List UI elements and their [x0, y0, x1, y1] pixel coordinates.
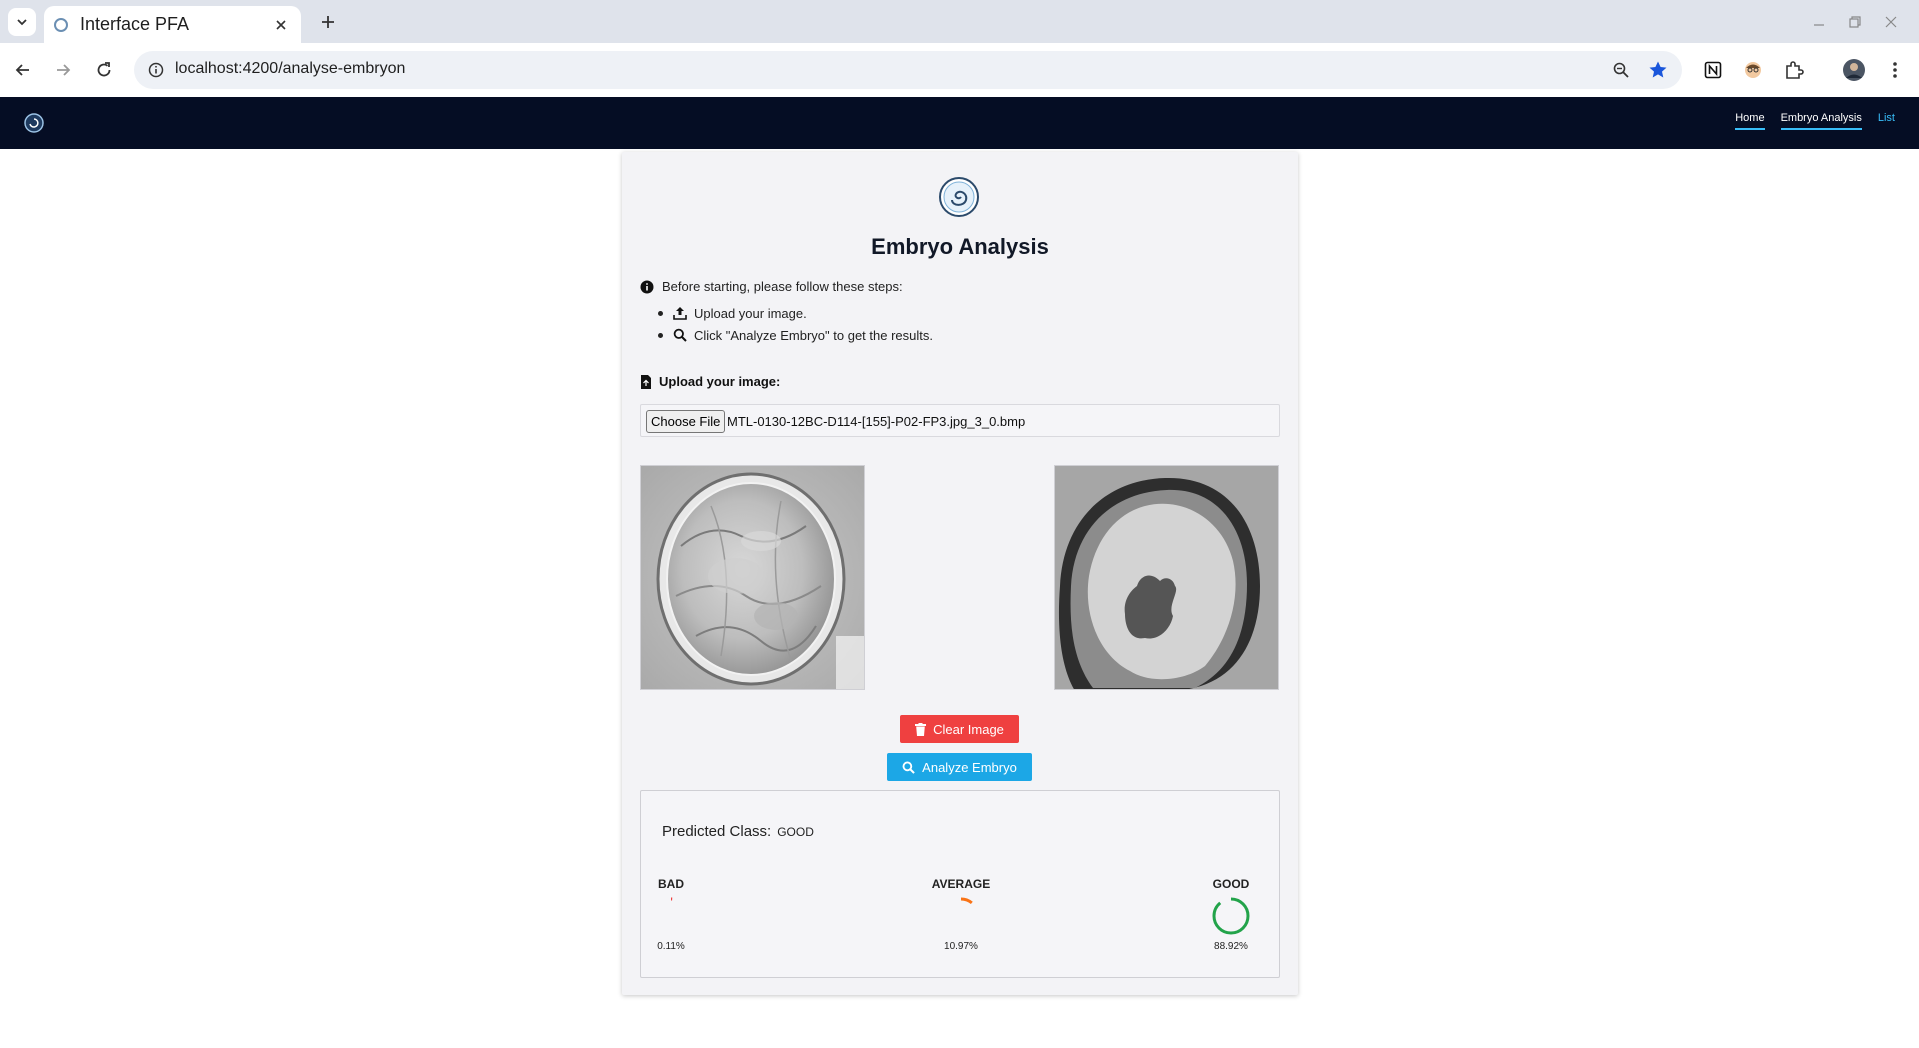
close-icon [1885, 16, 1897, 28]
segmentation-mask [1055, 466, 1278, 689]
intro-label: Before starting, please follow these ste… [662, 279, 903, 294]
tab-search-button[interactable] [8, 8, 36, 36]
predicted-class: Predicted Class: GOOD [662, 823, 814, 840]
upload-label: Upload your image: [640, 374, 780, 389]
analyze-embryo-button[interactable]: Analyze Embryo [887, 753, 1032, 781]
url-text: localhost:4200/analyse-embryon [175, 60, 406, 77]
minimize-button[interactable] [1801, 8, 1837, 36]
window-controls [1801, 8, 1909, 36]
intro-text: Before starting, please follow these ste… [640, 279, 903, 294]
browser-tab-bar: Interface PFA [0, 0, 1919, 43]
file-icon [641, 374, 651, 389]
embryo-logo-icon [939, 177, 979, 217]
browser-toolbar: localhost:4200/analyse-embryon [0, 43, 1919, 97]
gauge-percent: 10.97% [944, 941, 978, 952]
nav-link-list[interactable]: List [1878, 112, 1895, 130]
forward-button[interactable] [48, 55, 78, 85]
gauge-average: AVERAGE 10.97% [921, 877, 1001, 952]
upload-label-text: Upload your image: [659, 374, 781, 389]
restore-button[interactable] [1837, 8, 1873, 36]
address-bar[interactable]: localhost:4200/analyse-embryon [134, 51, 1682, 89]
steps-list: Upload your image. Click "Analyze Embryo… [658, 302, 933, 346]
site-info-icon[interactable] [146, 60, 166, 80]
search-icon [902, 761, 915, 774]
arrow-left-icon [15, 64, 29, 76]
browser-tab[interactable]: Interface PFA [44, 6, 301, 43]
extensions-puzzle-icon[interactable] [1779, 55, 1809, 85]
nav-link-embryo-analysis[interactable]: Embryo Analysis [1780, 112, 1862, 130]
bullet [658, 310, 663, 316]
page-title: Embryo Analysis [871, 234, 1049, 259]
file-input[interactable]: Choose File MTL-0130-12BC-D114-[155]-P02… [640, 404, 1280, 437]
predicted-class-label: Predicted Class: [662, 823, 772, 840]
app-navbar: Home Embryo Analysis List [0, 97, 1919, 149]
clear-image-button[interactable]: Clear Image [900, 715, 1019, 743]
segmentation-image [1054, 465, 1279, 690]
list-item: Click "Analyze Embryo" to get the result… [658, 324, 933, 346]
minimize-icon [1814, 24, 1824, 26]
gauge-label: AVERAGE [931, 877, 991, 891]
app-logo-icon[interactable] [23, 112, 45, 134]
reload-button[interactable] [89, 55, 119, 85]
gauge-arc [1212, 897, 1250, 935]
plus-icon [322, 16, 334, 28]
results-panel: Predicted Class: GOOD BAD 0.11% AVERAGE … [640, 790, 1280, 978]
bookmark-star-icon[interactable] [1647, 59, 1669, 81]
search-icon [673, 328, 687, 342]
gauge-ring [942, 897, 980, 935]
restore-icon [1849, 16, 1861, 28]
close-icon [276, 19, 286, 30]
gauge-arc [942, 897, 980, 935]
reload-icon [97, 62, 111, 77]
gauge-label: GOOD [1212, 877, 1250, 891]
extension-avatar-icon[interactable] [1738, 55, 1768, 85]
gauge-percent: 0.11% [657, 941, 685, 952]
gauge-bad: BAD 0.11% [631, 877, 711, 952]
list-item: Upload your image. [658, 302, 933, 324]
predicted-class-value: GOOD [777, 825, 814, 839]
window-close-button[interactable] [1873, 8, 1909, 36]
bullet [658, 332, 663, 338]
gauge-ring [652, 897, 690, 935]
new-tab-button[interactable] [316, 10, 340, 34]
nav-link-home[interactable]: Home [1735, 112, 1765, 130]
original-image [640, 465, 865, 690]
arrow-right-icon [57, 64, 71, 76]
gauge-arc [652, 897, 690, 935]
tab-title: Interface PFA [80, 14, 190, 34]
info-icon [640, 280, 654, 293]
analysis-card: Embryo Analysis Before starting, please … [622, 152, 1298, 995]
profile-avatar-icon[interactable] [1839, 55, 1869, 85]
gauge-ring [1212, 897, 1250, 935]
upload-icon [673, 307, 687, 320]
chevron-down-icon [17, 19, 27, 26]
gauge-label: BAD [658, 877, 684, 891]
gauge-good: GOOD 88.92% [1191, 877, 1271, 952]
trash-icon [915, 722, 927, 736]
notion-extension-icon[interactable] [1698, 55, 1728, 85]
tab-close-button[interactable] [271, 15, 291, 35]
favicon-icon [54, 17, 68, 32]
embryo-photo [641, 466, 864, 689]
choose-file-button[interactable]: Choose File [646, 410, 726, 433]
step-text: Upload your image. [694, 305, 807, 321]
clear-image-label: Clear Image [933, 721, 1004, 737]
step-text: Click "Analyze Embryo" to get the result… [694, 327, 933, 343]
analyze-embryo-label: Analyze Embryo [922, 759, 1017, 775]
back-button[interactable] [8, 55, 38, 85]
zoom-icon[interactable] [1610, 59, 1632, 81]
gauge-percent: 88.92% [1214, 941, 1248, 952]
more-options-icon[interactable] [1880, 55, 1910, 85]
file-name: MTL-0130-12BC-D114-[155]-P02-FP3.jpg_3_0… [727, 414, 1026, 429]
